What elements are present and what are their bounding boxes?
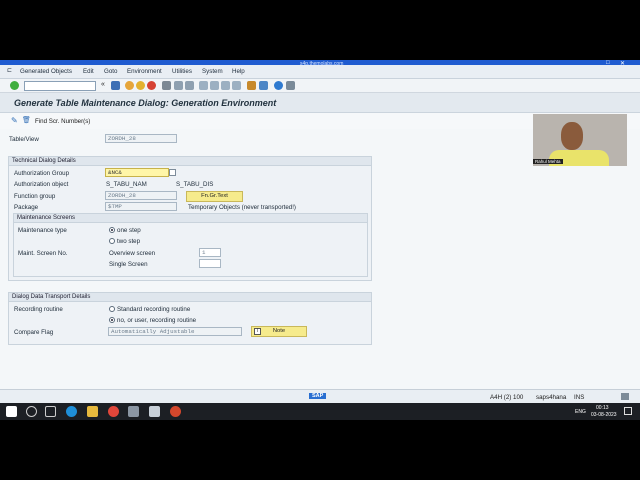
pencil-icon[interactable]: ✎ — [11, 116, 18, 125]
page-header: Generate Table Maintenance Dialog: Gener… — [0, 93, 640, 113]
menu-environment[interactable]: Environment — [127, 68, 162, 75]
sap-logo: SAP — [309, 393, 327, 399]
trash-icon[interactable]: 🗑 — [22, 116, 31, 124]
two-step-radio[interactable] — [109, 238, 115, 244]
maintenance-screens-group: Maintenance Screens — [13, 213, 368, 277]
file-explorer-icon[interactable] — [87, 406, 98, 417]
menu-edit[interactable]: Edit — [83, 68, 94, 75]
presenter-name: Rahul Mehta — [533, 159, 563, 164]
new-session-icon[interactable] — [247, 81, 256, 90]
next-page-icon[interactable] — [221, 81, 230, 90]
single-screen-input[interactable] — [199, 259, 221, 268]
package-label: Package — [14, 204, 39, 211]
powerpoint-icon[interactable] — [170, 406, 181, 417]
print-icon[interactable] — [162, 81, 171, 90]
note-label: Note — [272, 328, 286, 334]
maint-screen-no-label: Maint. Screen No. — [18, 250, 68, 257]
info-icon: i — [254, 328, 261, 335]
user-recording-radio[interactable] — [109, 317, 115, 323]
transport-details-header: Dialog Data Transport Details — [9, 293, 371, 302]
table-view-field: ZORDH_28 — [105, 134, 177, 143]
system-toolbar: « — [0, 79, 640, 93]
find-icon[interactable] — [174, 81, 183, 90]
authorization-object-value: S_TABU_NAM — [106, 181, 147, 188]
menu-goto[interactable]: Goto — [104, 68, 117, 75]
main-area: Table/View ZORDH_28 Technical Dialog Det… — [0, 129, 640, 389]
sap-logon-icon[interactable] — [128, 406, 139, 417]
notification-icon[interactable] — [624, 407, 632, 415]
history-icon[interactable]: « — [101, 81, 105, 88]
tray-time: 00:13 — [596, 405, 609, 411]
menu-expand-icon[interactable]: ⊏ — [7, 67, 12, 74]
command-field[interactable] — [24, 81, 96, 91]
user-recording-label: no, or user, recording routine — [117, 317, 197, 324]
help-icon[interactable] — [274, 81, 283, 90]
overview-screen-label: Overview screen — [109, 250, 156, 257]
status-layout-icon[interactable] — [621, 393, 629, 400]
value-help-icon[interactable] — [169, 169, 176, 176]
one-step-radio[interactable] — [109, 227, 115, 233]
maintenance-type-label: Maintenance type — [18, 227, 67, 234]
tray-date: 03-08-2023 — [591, 412, 617, 418]
search-icon[interactable] — [26, 406, 37, 417]
authorization-object-value-2: S_TABU_DIS — [176, 181, 214, 188]
authorization-object-label: Authorization object — [14, 181, 69, 188]
authorization-group-label: Authorization Group — [14, 170, 70, 177]
compare-flag-field[interactable]: Automatically Adjustable — [108, 327, 242, 336]
layout-menu-icon[interactable] — [286, 81, 295, 90]
function-group-text-button[interactable]: Fn.Gr.Text — [186, 191, 243, 202]
chrome-icon[interactable] — [108, 406, 119, 417]
one-step-label: one step — [117, 227, 141, 234]
tray-language[interactable]: ENG — [575, 409, 586, 415]
package-note: Temporary Objects (never transported!) — [188, 204, 296, 211]
menu-system[interactable]: System — [202, 68, 223, 75]
table-view-label: Table/View — [9, 136, 39, 143]
task-view-icon[interactable] — [45, 406, 56, 417]
compare-flag-label: Compare Flag — [14, 329, 54, 336]
function-group-label: Function group — [14, 193, 56, 200]
exit-icon[interactable] — [136, 81, 145, 90]
enter-icon[interactable] — [10, 81, 19, 90]
windows-start-icon[interactable] — [6, 406, 17, 417]
save-icon[interactable] — [111, 81, 120, 90]
standard-recording-radio[interactable] — [109, 306, 115, 312]
two-step-label: two step — [117, 238, 141, 245]
presenter-face — [561, 122, 583, 150]
menu-help[interactable]: Help — [232, 68, 245, 75]
input-mode: INS — [574, 394, 585, 401]
note-button[interactable]: i Note — [251, 326, 307, 337]
standard-recording-label: Standard recording routine — [117, 306, 191, 313]
status-bar: SAP A4H (2) 100 saps4hana INS — [0, 389, 640, 403]
back-icon[interactable] — [125, 81, 134, 90]
page-title: Generate Table Maintenance Dialog: Gener… — [14, 98, 277, 108]
shortcut-icon[interactable] — [259, 81, 268, 90]
system-info: A4H (2) 100 — [490, 394, 524, 401]
server-name: saps4hana — [536, 394, 567, 401]
package-field: $TMP — [105, 202, 177, 211]
authorization-group-input[interactable]: &NC& — [105, 168, 169, 177]
screen: s4p.themolabs.com ▁ □ ✕ ⊏ Generated Obje… — [0, 0, 640, 480]
function-group-field: ZORDH_28 — [105, 191, 177, 200]
find-next-icon[interactable] — [185, 81, 194, 90]
recording-routine-label: Recording routine — [14, 306, 63, 313]
last-page-icon[interactable] — [232, 81, 241, 90]
first-page-icon[interactable] — [199, 81, 208, 90]
sap-gui-icon[interactable] — [149, 406, 160, 417]
technical-dialog-details-header: Technical Dialog Details — [9, 157, 371, 166]
menu-utilities[interactable]: Utilities — [172, 68, 192, 75]
windows-taskbar: ENG 00:13 03-08-2023 — [0, 403, 640, 420]
menu-bar: ⊏ Generated Objects Edit Goto Environmen… — [0, 65, 640, 79]
single-screen-label: Single Screen — [109, 261, 148, 268]
previous-page-icon[interactable] — [210, 81, 219, 90]
overview-screen-input[interactable]: 1 — [199, 248, 221, 257]
find-screen-numbers-button[interactable]: Find Scr. Number(s) — [35, 118, 90, 125]
webcam-overlay: Rahul Mehta — [533, 114, 627, 166]
edge-icon[interactable] — [66, 406, 77, 417]
menu-generated-objects[interactable]: Generated Objects — [20, 68, 72, 75]
maintenance-screens-header: Maintenance Screens — [14, 214, 367, 223]
cancel-icon[interactable] — [147, 81, 156, 90]
